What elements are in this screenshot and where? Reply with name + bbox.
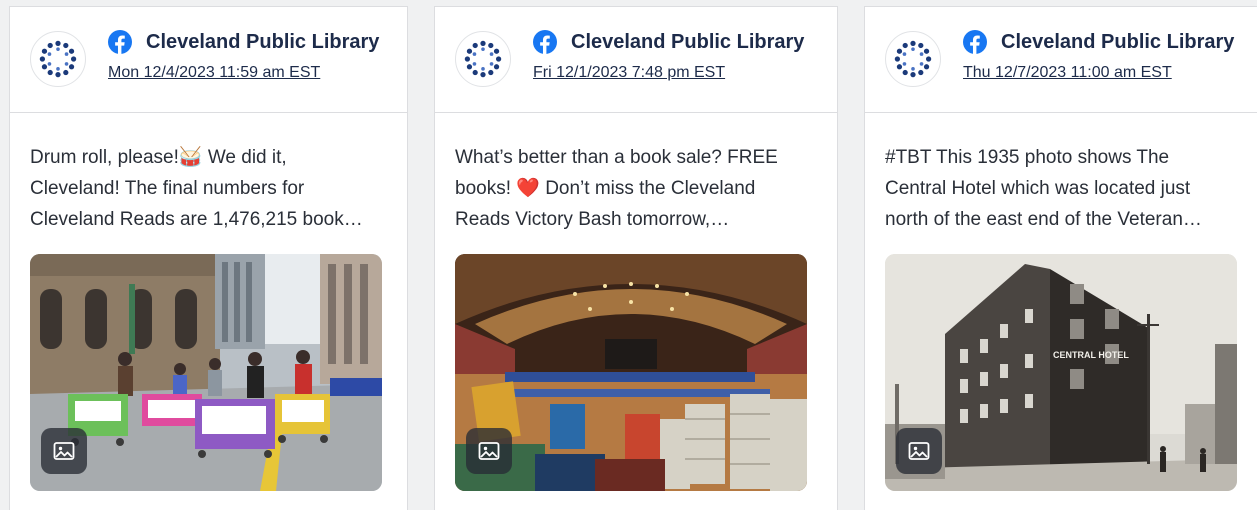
image-badge xyxy=(896,428,942,474)
page-name[interactable]: Cleveland Public Library xyxy=(146,31,379,54)
image-icon xyxy=(477,439,501,463)
post-card[interactable]: Cleveland Public Library Fri 12/1/2023 7… xyxy=(434,6,838,510)
post-text-line: Cleveland! The final numbers for xyxy=(30,178,305,199)
library-logo-icon xyxy=(35,36,81,82)
post-header: Cleveland Public Library Mon 12/4/2023 1… xyxy=(10,7,407,113)
post-text-line: #TBT This 1935 photo shows The xyxy=(885,147,1170,168)
post-header: Cleveland Public Library Thu 12/7/2023 1… xyxy=(865,7,1257,113)
facebook-icon xyxy=(533,30,557,54)
post-text-line: Reads Victory Bash tomorrow,… xyxy=(455,209,730,230)
avatar[interactable] xyxy=(30,31,86,87)
post-card[interactable]: Cleveland Public Library Thu 12/7/2023 1… xyxy=(864,6,1257,510)
hotel-sign: CENTRAL HOTEL xyxy=(1053,350,1129,360)
facebook-icon xyxy=(963,30,987,54)
post-text: What’s better than a book sale? FREE boo… xyxy=(455,142,815,235)
post-image[interactable] xyxy=(455,254,807,491)
post-text-line: What’s better than a book sale? FREE xyxy=(455,147,778,168)
post-date-link[interactable]: Thu 12/7/2023 11:00 am EST xyxy=(963,64,1172,82)
post-date-link[interactable]: Fri 12/1/2023 7:48 pm EST xyxy=(533,64,725,82)
post-text: Drum roll, please!🥁 We did it, Cleveland… xyxy=(30,142,390,235)
avatar[interactable] xyxy=(455,31,511,87)
post-date-link[interactable]: Mon 12/4/2023 11:59 am EST xyxy=(108,64,320,82)
page-name[interactable]: Cleveland Public Library xyxy=(1001,31,1234,54)
image-icon xyxy=(52,439,76,463)
post-card[interactable]: Cleveland Public Library Mon 12/4/2023 1… xyxy=(9,6,408,510)
image-badge xyxy=(466,428,512,474)
library-logo-icon xyxy=(890,36,936,82)
image-icon xyxy=(907,439,931,463)
post-text-line: Cleveland Reads are 1,476,215 book… xyxy=(30,209,363,230)
post-image[interactable]: CENTRAL HOTEL xyxy=(885,254,1237,491)
avatar[interactable] xyxy=(885,31,941,87)
post-text: #TBT This 1935 photo shows The Central H… xyxy=(885,142,1245,235)
library-logo-icon xyxy=(460,36,506,82)
facebook-icon xyxy=(108,30,132,54)
image-badge xyxy=(41,428,87,474)
page-name[interactable]: Cleveland Public Library xyxy=(571,31,804,54)
post-text-line: Drum roll, please!🥁 We did it, xyxy=(30,147,287,168)
post-image[interactable] xyxy=(30,254,382,491)
post-text-line: north of the east end of the Veteran… xyxy=(885,209,1202,230)
post-header: Cleveland Public Library Fri 12/1/2023 7… xyxy=(435,7,837,113)
post-text-line: Central Hotel which was located just xyxy=(885,178,1191,199)
post-text-line: books! ❤️ Don’t miss the Cleveland xyxy=(455,178,756,199)
